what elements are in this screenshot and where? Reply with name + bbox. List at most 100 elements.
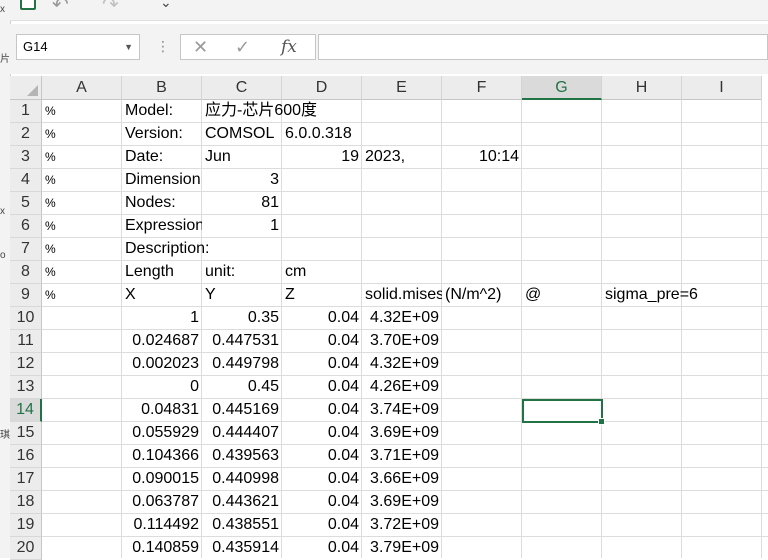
cell-e11[interactable]: 3.70E+09 xyxy=(362,330,442,353)
cell-d17[interactable]: 0.04 xyxy=(282,468,362,491)
row-header-15[interactable]: 15 xyxy=(10,422,42,445)
column-header-d[interactable]: D xyxy=(282,76,362,100)
cell-c14[interactable]: 0.445169 xyxy=(202,399,282,422)
row-header-9[interactable]: 9 xyxy=(10,284,42,307)
cell-d19[interactable]: 0.04 xyxy=(282,514,362,537)
cell-e14[interactable]: 3.74E+09 xyxy=(362,399,442,422)
cell-d14[interactable]: 0.04 xyxy=(282,399,362,422)
cell-h9[interactable]: sigma_pre=6 xyxy=(602,284,762,307)
cell-c16[interactable]: 0.439563 xyxy=(202,445,282,468)
column-header-b[interactable]: B xyxy=(122,76,202,100)
active-cell-selection[interactable] xyxy=(522,399,605,425)
cell-e17[interactable]: 3.66E+09 xyxy=(362,468,442,491)
cell-e15[interactable]: 3.69E+09 xyxy=(362,422,442,445)
column-header-g[interactable]: G xyxy=(522,76,602,100)
cell-b4[interactable]: Dimension xyxy=(122,169,202,192)
cell-c10[interactable]: 0.35 xyxy=(202,307,282,330)
cell-d20[interactable]: 0.04 xyxy=(282,537,362,560)
name-box-dropdown-icon[interactable]: ▼ xyxy=(124,35,133,59)
cell-c12[interactable]: 0.449798 xyxy=(202,353,282,376)
cell-b17[interactable]: 0.090015 xyxy=(122,468,202,491)
cell-c19[interactable]: 0.438551 xyxy=(202,514,282,537)
cell-d8[interactable]: cm xyxy=(282,261,442,284)
name-box[interactable]: G14 ▼ xyxy=(16,34,140,60)
cell-a7[interactable]: % xyxy=(42,238,122,261)
formula-input[interactable] xyxy=(318,34,768,60)
cell-a4[interactable]: % xyxy=(42,169,122,192)
cell-e18[interactable]: 3.69E+09 xyxy=(362,491,442,514)
row-header-10[interactable]: 10 xyxy=(10,307,42,330)
cell-b19[interactable]: 0.114492 xyxy=(122,514,202,537)
cell-b16[interactable]: 0.104366 xyxy=(122,445,202,468)
cell-b5[interactable]: Nodes: xyxy=(122,192,202,215)
cell-c9[interactable]: Y xyxy=(202,284,282,307)
save-icon[interactable] xyxy=(20,0,36,10)
row-header-18[interactable]: 18 xyxy=(10,491,42,514)
row-header-2[interactable]: 2 xyxy=(10,123,42,146)
cell-c11[interactable]: 0.447531 xyxy=(202,330,282,353)
cell-f9[interactable]: (N/m^2) xyxy=(442,284,522,307)
cell-a2[interactable]: % xyxy=(42,123,122,146)
cell-d10[interactable]: 0.04 xyxy=(282,307,362,330)
cell-b3[interactable]: Date: xyxy=(122,146,202,169)
row-header-1[interactable]: 1 xyxy=(10,100,42,123)
select-all-button[interactable] xyxy=(10,76,42,100)
cell-c18[interactable]: 0.443621 xyxy=(202,491,282,514)
cell-b6[interactable]: Expression xyxy=(122,215,202,238)
cell-c20[interactable]: 0.435914 xyxy=(202,537,282,560)
cell-a6[interactable]: % xyxy=(42,215,122,238)
cell-c6[interactable]: 1 xyxy=(202,215,282,238)
cancel-icon[interactable]: ✕ xyxy=(193,35,208,59)
cell-b12[interactable]: 0.002023 xyxy=(122,353,202,376)
cell-c8[interactable]: unit: xyxy=(202,261,282,284)
row-header-12[interactable]: 12 xyxy=(10,353,42,376)
cell-d12[interactable]: 0.04 xyxy=(282,353,362,376)
cell-a1[interactable]: % xyxy=(42,100,122,123)
cell-c17[interactable]: 0.440998 xyxy=(202,468,282,491)
row-header-6[interactable]: 6 xyxy=(10,215,42,238)
undo-icon[interactable]: ↶ xyxy=(52,0,69,17)
cell-b11[interactable]: 0.024687 xyxy=(122,330,202,353)
row-header-20[interactable]: 20 xyxy=(10,537,42,560)
cell-b10[interactable]: 1 xyxy=(122,307,202,330)
cell-c1[interactable]: 应力-芯片600度 xyxy=(202,100,362,123)
column-header-c[interactable]: C xyxy=(202,76,282,100)
row-header-17[interactable]: 17 xyxy=(10,468,42,491)
cell-e10[interactable]: 4.32E+09 xyxy=(362,307,442,330)
cell-e19[interactable]: 3.72E+09 xyxy=(362,514,442,537)
cell-a9[interactable]: % xyxy=(42,284,122,307)
cell-b7[interactable]: Description: xyxy=(122,238,282,261)
cell-f3[interactable]: 10:14 xyxy=(442,146,522,169)
cell-b2[interactable]: Version: xyxy=(122,123,202,146)
cell-d16[interactable]: 0.04 xyxy=(282,445,362,468)
cell-d2[interactable]: 6.0.0.318 xyxy=(282,123,442,146)
customize-toolbar-chevron-icon[interactable]: ⌄ xyxy=(160,0,172,11)
row-header-13[interactable]: 13 xyxy=(10,376,42,399)
cell-d3[interactable]: 19 xyxy=(282,146,362,169)
insert-function-icon[interactable]: fx xyxy=(281,35,297,59)
column-header-f[interactable]: F xyxy=(442,76,522,100)
column-header-a[interactable]: A xyxy=(42,76,122,100)
cell-b20[interactable]: 0.140859 xyxy=(122,537,202,560)
cell-a3[interactable]: % xyxy=(42,146,122,169)
row-header-11[interactable]: 11 xyxy=(10,330,42,353)
cell-c2[interactable]: COMSOL xyxy=(202,123,282,146)
cell-e13[interactable]: 4.26E+09 xyxy=(362,376,442,399)
cell-area[interactable]: % Model: 应力-芯片600度% Version: COMSOL 6.0.0.318… xyxy=(42,100,768,558)
row-header-8[interactable]: 8 xyxy=(10,261,42,284)
cell-g9[interactable]: @ xyxy=(522,284,602,307)
cell-d13[interactable]: 0.04 xyxy=(282,376,362,399)
cell-b14[interactable]: 0.04831 xyxy=(122,399,202,422)
cell-d15[interactable]: 0.04 xyxy=(282,422,362,445)
cell-c13[interactable]: 0.45 xyxy=(202,376,282,399)
row-header-7[interactable]: 7 xyxy=(10,238,42,261)
cell-b1[interactable]: Model: xyxy=(122,100,202,123)
enter-icon[interactable]: ✓ xyxy=(235,35,250,59)
row-header-3[interactable]: 3 xyxy=(10,146,42,169)
cell-b9[interactable]: X xyxy=(122,284,202,307)
column-header-e[interactable]: E xyxy=(362,76,442,100)
cell-d18[interactable]: 0.04 xyxy=(282,491,362,514)
cell-e9[interactable]: solid.mises xyxy=(362,284,442,307)
redo-icon[interactable]: ↷ xyxy=(102,0,119,17)
cell-d11[interactable]: 0.04 xyxy=(282,330,362,353)
